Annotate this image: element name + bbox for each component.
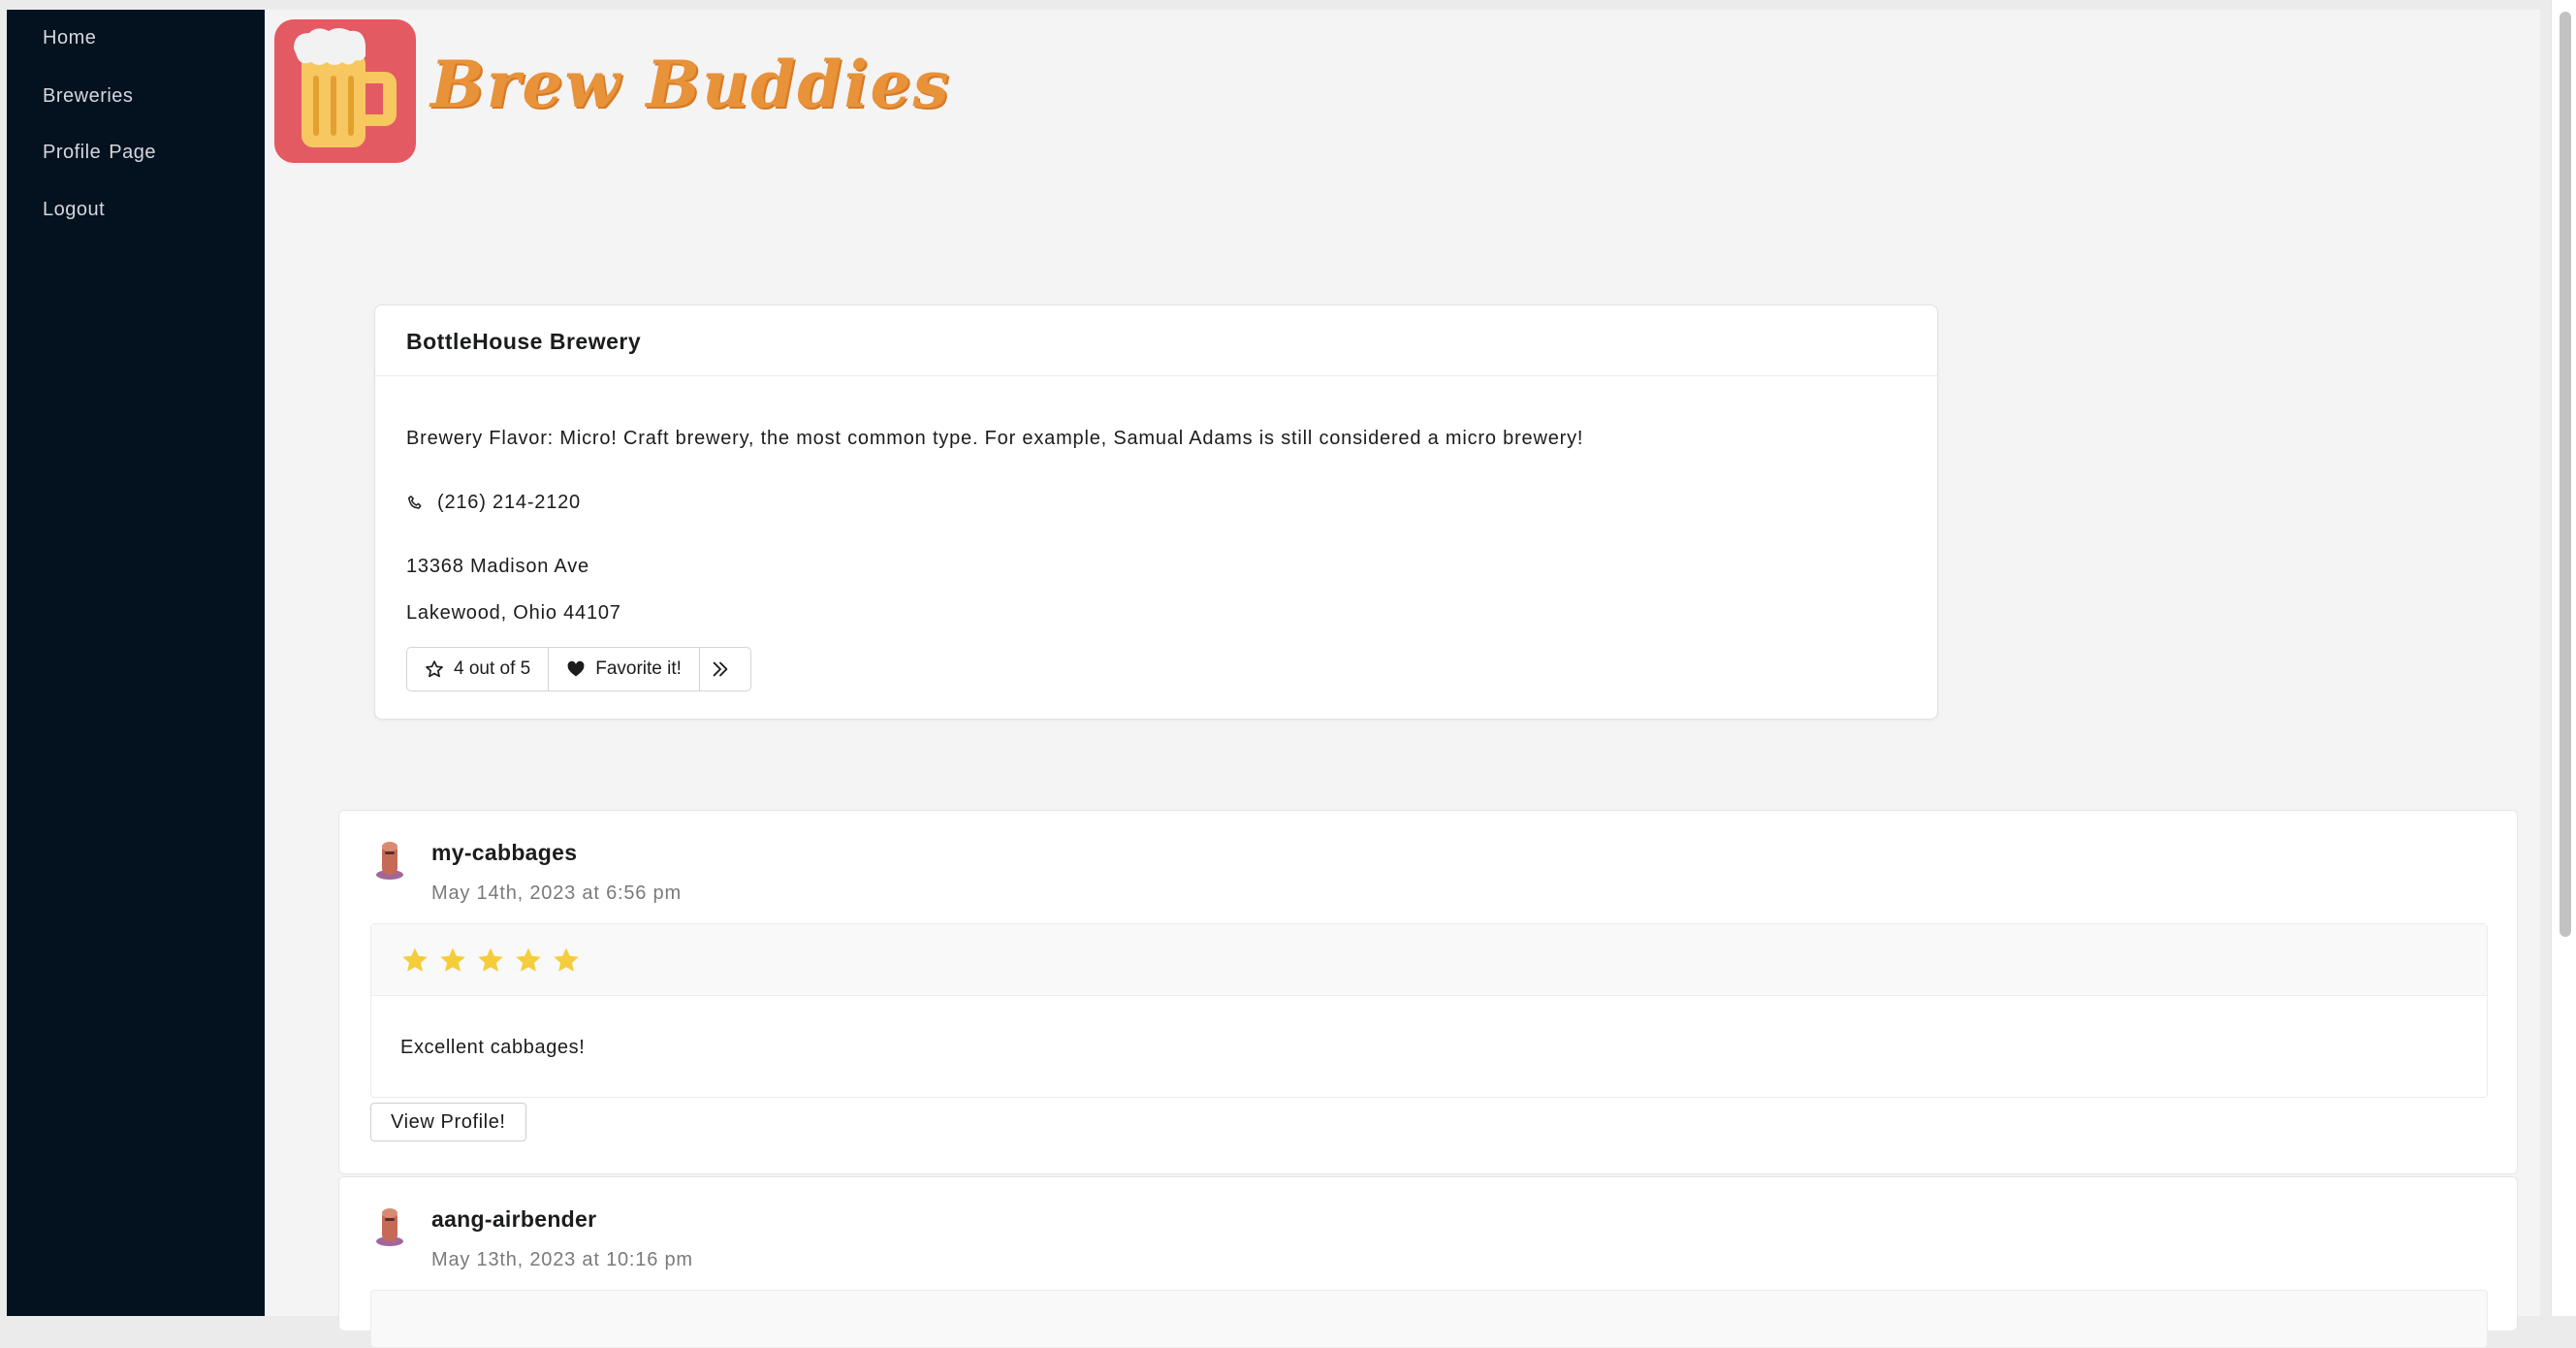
review-content <box>370 1290 2488 1348</box>
sidebar: Home Breweries Profile Page Logout <box>7 10 265 1316</box>
brewery-name: BottleHouse Brewery <box>406 329 642 354</box>
star-outline-icon <box>426 660 443 678</box>
view-profile-button[interactable]: View Profile! <box>370 1103 526 1141</box>
heart-icon <box>567 660 585 677</box>
brand-title[interactable]: Brew Buddies <box>430 47 951 122</box>
brewery-street: 13368 Madison Ave <box>406 556 589 577</box>
brewery-action-buttons: 4 out of 5 Favorite it! <box>406 647 751 691</box>
review-username[interactable]: my-cabbages <box>431 840 577 866</box>
sidebar-item-home[interactable]: Home <box>43 27 96 49</box>
star-icon <box>402 947 428 972</box>
sidebar-item-profile-page[interactable]: Profile Page <box>43 142 156 164</box>
favorite-button[interactable]: Favorite it! <box>549 648 700 690</box>
review-content: Excellent cabbages! <box>370 923 2488 1098</box>
avatar[interactable] <box>374 838 405 881</box>
review-item: aang-airbender May 13th, 2023 at 10:16 p… <box>338 1176 2518 1348</box>
review-timestamp: May 14th, 2023 at 6:56 pm <box>431 883 682 904</box>
avatar[interactable] <box>374 1204 405 1247</box>
review-rating <box>371 924 2487 996</box>
brewery-phone-row: (216) 214-2120 <box>406 492 581 514</box>
rating-label: 4 out of 5 <box>454 658 531 679</box>
star-icon <box>478 947 503 972</box>
scrollbar-thumb[interactable] <box>2560 12 2571 937</box>
double-chevron-right-icon <box>713 661 728 677</box>
review-item: my-cabbages May 14th, 2023 at 6:56 pm Ex… <box>338 810 2518 1174</box>
card-divider <box>375 375 1937 376</box>
brewery-card: BottleHouse Brewery Brewery Flavor: Micr… <box>374 305 1938 720</box>
star-icon <box>554 947 579 972</box>
review-username[interactable]: aang-airbender <box>431 1206 596 1233</box>
more-button[interactable] <box>700 648 750 690</box>
sidebar-item-logout[interactable]: Logout <box>43 199 105 221</box>
rating-button[interactable]: 4 out of 5 <box>407 648 550 690</box>
beer-mug-icon[interactable] <box>274 19 416 163</box>
star-icon <box>516 947 541 972</box>
phone-icon <box>407 495 422 509</box>
brewery-city: Lakewood, Ohio 44107 <box>406 602 621 624</box>
vertical-scrollbar[interactable] <box>2551 0 2576 1316</box>
brewery-phone: (216) 214-2120 <box>437 492 581 513</box>
sidebar-item-breweries[interactable]: Breweries <box>43 85 133 108</box>
brewery-flavor: Brewery Flavor: Micro! Craft brewery, th… <box>406 428 1584 449</box>
star-icon <box>440 947 465 972</box>
review-text: Excellent cabbages! <box>400 1037 586 1058</box>
favorite-label: Favorite it! <box>595 658 682 679</box>
review-timestamp: May 13th, 2023 at 10:16 pm <box>431 1249 693 1270</box>
